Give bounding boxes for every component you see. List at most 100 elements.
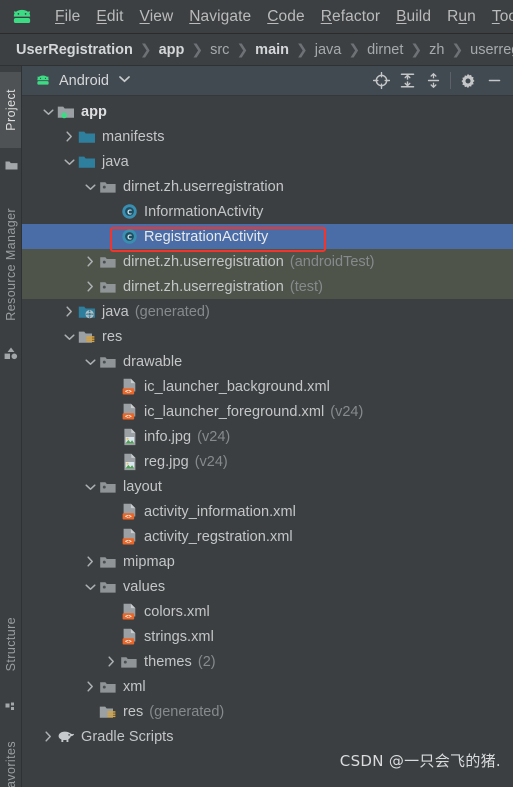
tree-row[interactable]: dirnet.zh.userregistration (test) — [22, 274, 513, 299]
breadcrumb-item-userregistration[interactable]: UserRegistration — [16, 42, 133, 58]
crosshair-target-icon[interactable] — [368, 68, 394, 94]
tree-row[interactable]: <> activity_information.xml — [22, 499, 513, 524]
menu-item-view[interactable]: View — [132, 6, 182, 28]
chevron-down-icon[interactable] — [61, 149, 77, 174]
breadcrumb-item-userreg[interactable]: userreg — [470, 42, 513, 58]
breadcrumb-item-app[interactable]: app — [159, 42, 185, 58]
tree-row[interactable]: drawable — [22, 349, 513, 374]
tree-row-sublabel: (v24) — [197, 428, 231, 445]
tree-row[interactable]: app — [22, 99, 513, 124]
tree-row[interactable]: <> colors.xml — [22, 599, 513, 624]
tree-row[interactable]: res — [22, 324, 513, 349]
gradle-elephant-icon — [56, 727, 76, 747]
project-tree[interactable]: app manifests java dirnet.zh.userregistr… — [22, 96, 513, 787]
sidebar-tab-structure[interactable]: Structure — [0, 596, 21, 692]
tree-row[interactable]: Gradle Scripts — [22, 724, 513, 749]
chevron-down-icon[interactable] — [82, 174, 98, 199]
tree-row[interactable]: <> ic_launcher_foreground.xml (v24) — [22, 399, 513, 424]
svg-text:<>: <> — [125, 414, 132, 420]
chevron-down-icon[interactable] — [61, 324, 77, 349]
android-bugdroid-icon — [13, 9, 31, 23]
collapse-all-icon[interactable] — [420, 68, 446, 94]
image-file-icon — [119, 427, 139, 447]
tree-row-label: activity_information.xml — [144, 503, 296, 520]
tree-row[interactable]: info.jpg (v24) — [22, 424, 513, 449]
tree-row-label: RegistrationActivity — [144, 228, 269, 245]
tree-row[interactable]: themes (2) — [22, 649, 513, 674]
chevron-right-icon[interactable] — [61, 299, 77, 324]
chevron-down-icon[interactable] — [82, 574, 98, 599]
menu-item-run[interactable]: Run — [439, 6, 484, 28]
tree-row-sublabel: (test) — [289, 278, 323, 295]
project-tool-window-header: Android — [22, 66, 513, 96]
tree-row-sublabel: (2) — [197, 653, 216, 670]
breadcrumb-item-main[interactable]: main — [255, 42, 289, 58]
menu-item-build[interactable]: Build — [388, 6, 439, 28]
sidebar-tab-favorites-label: Favorites — [4, 741, 18, 787]
tree-row[interactable]: <> ic_launcher_background.xml — [22, 374, 513, 399]
chevron-right-icon[interactable] — [61, 124, 77, 149]
tree-row[interactable]: res (generated) — [22, 699, 513, 724]
chevron-right-icon[interactable] — [82, 549, 98, 574]
svg-text:<>: <> — [125, 639, 132, 645]
tree-row[interactable]: <> activity_regstration.xml — [22, 524, 513, 549]
breadcrumb-item-zh[interactable]: zh — [429, 42, 444, 58]
tree-row[interactable]: manifests — [22, 124, 513, 149]
menu-item-refactor[interactable]: Refactor — [313, 6, 388, 28]
tree-row[interactable]: dirnet.zh.userregistration — [22, 174, 513, 199]
chevron-down-icon[interactable] — [82, 474, 98, 499]
tree-row[interactable]: java (generated) — [22, 299, 513, 324]
shapes-icon — [0, 342, 21, 364]
tree-row-label: xml — [123, 678, 146, 695]
menu-item-code[interactable]: Code — [259, 6, 312, 28]
tree-row-label: InformationActivity — [144, 203, 264, 220]
chevron-right-icon[interactable] — [82, 674, 98, 699]
tree-row[interactable]: dirnet.zh.userregistration (androidTest) — [22, 249, 513, 274]
menu-item-file[interactable]: File — [47, 6, 88, 28]
breadcrumb-item-src[interactable]: src — [210, 42, 229, 58]
chevron-right-icon[interactable] — [40, 724, 56, 749]
chevron-down-icon[interactable] — [40, 99, 56, 124]
tree-row[interactable]: values — [22, 574, 513, 599]
sidebar-tab-resource-manager-label: Resource Manager — [4, 207, 18, 321]
tree-row[interactable]: xml — [22, 674, 513, 699]
tree-row[interactable]: layout — [22, 474, 513, 499]
expand-all-icon[interactable] — [394, 68, 420, 94]
sidebar-tab-project[interactable]: Project — [0, 72, 21, 148]
tree-row-label: mipmap — [123, 553, 175, 570]
gear-icon[interactable] — [455, 68, 481, 94]
tree-row-label: res — [102, 328, 123, 345]
tree-row[interactable]: java — [22, 149, 513, 174]
xml-file-icon: <> — [119, 602, 139, 622]
chevron-down-icon[interactable] — [82, 349, 98, 374]
tree-row[interactable]: C RegistrationActivity — [22, 224, 513, 249]
sidebar-tab-resource-manager[interactable]: Resource Manager — [0, 190, 21, 338]
tree-row-label: layout — [123, 478, 162, 495]
breadcrumb-item-dirnet[interactable]: dirnet — [367, 42, 403, 58]
chevron-right-icon[interactable] — [82, 249, 98, 274]
svg-text:C: C — [127, 233, 132, 241]
breadcrumb-separator: ❯ — [236, 41, 249, 58]
sidebar-tab-favorites[interactable]: Favorites — [0, 726, 21, 787]
tree-row[interactable]: <> strings.xml — [22, 624, 513, 649]
package-icon — [98, 277, 118, 297]
menu-item-edit[interactable]: Edit — [88, 6, 131, 28]
minimize-icon[interactable] — [481, 68, 507, 94]
tree-row[interactable]: mipmap — [22, 549, 513, 574]
tree-row-label: app — [81, 103, 107, 120]
svg-text:<>: <> — [125, 539, 132, 545]
chevron-right-icon[interactable] — [103, 649, 119, 674]
svg-text:C: C — [127, 208, 132, 216]
breadcrumb-item-java[interactable]: java — [315, 42, 342, 58]
tree-row[interactable]: reg.jpg (v24) — [22, 449, 513, 474]
tree-row-label: reg.jpg — [144, 453, 189, 470]
tree-row[interactable]: C InformationActivity — [22, 199, 513, 224]
menu-item-navigate[interactable]: Navigate — [181, 6, 259, 28]
chevron-right-icon[interactable] — [82, 274, 98, 299]
tree-row-label: dirnet.zh.userregistration — [123, 253, 284, 270]
chevron-down-icon[interactable] — [119, 75, 130, 86]
menu-item-tools[interactable]: Too — [484, 6, 513, 28]
tree-row-label: res — [123, 703, 144, 720]
